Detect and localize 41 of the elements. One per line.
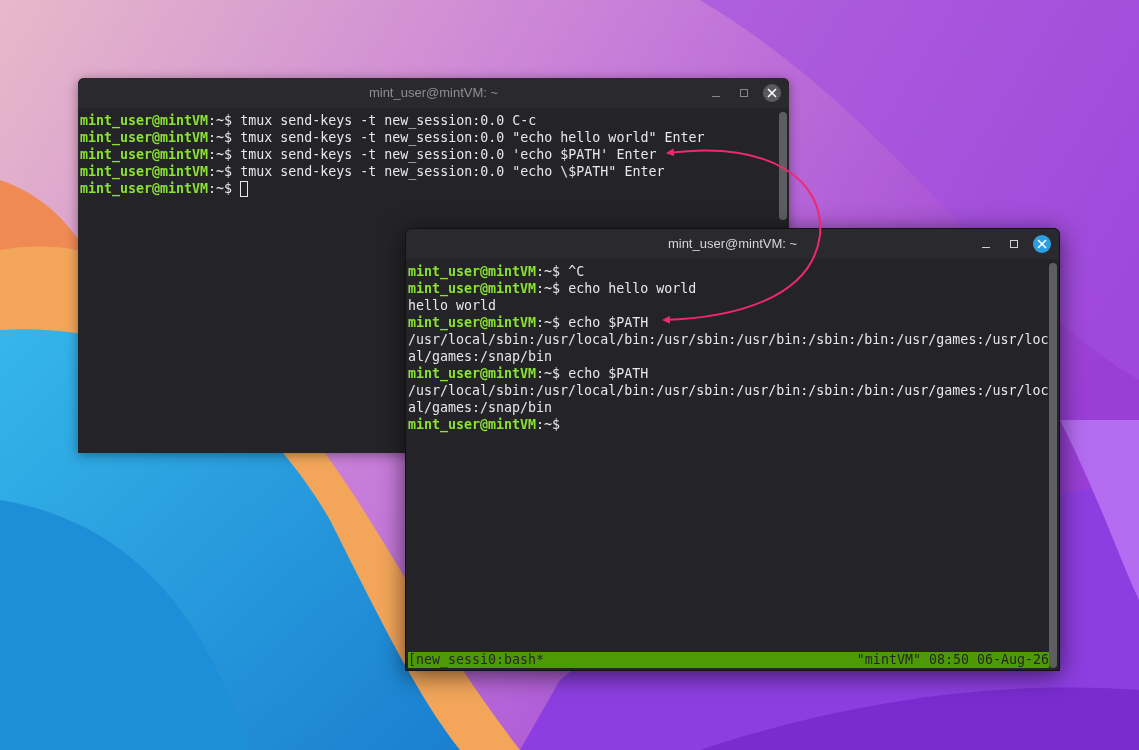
prompt-path: :~$ xyxy=(536,416,561,433)
command-text: tmux send-keys -t new_session:0.0 "echo \$PATH" Enter xyxy=(240,163,665,180)
prompt-user: mint_user@mintVM xyxy=(80,146,209,163)
prompt-path: :~$ xyxy=(208,163,233,180)
prompt-path: :~$ xyxy=(208,146,233,163)
close-icon xyxy=(767,88,777,98)
prompt-user: mint_user@mintVM xyxy=(80,129,209,146)
command-text: tmux send-keys -t new_session:0.0 'echo $PATH' Enter xyxy=(240,146,657,163)
prompt-path: :~$ xyxy=(536,280,561,297)
prompt-user: mint_user@mintVM xyxy=(80,112,209,129)
command-text: ^C xyxy=(568,263,585,280)
command-text: echo hello world xyxy=(568,280,697,297)
command-text: tmux send-keys -t new_session:0.0 "echo hello world" Enter xyxy=(240,129,705,146)
prompt-path: :~$ xyxy=(536,314,561,331)
output-line: al/games:/snap/bin xyxy=(408,348,553,365)
prompt-path: :~$ xyxy=(536,263,561,280)
prompt-path: :~$ xyxy=(208,180,233,197)
status-left: [new_sessi0:bash* xyxy=(408,652,545,668)
close-button[interactable] xyxy=(763,84,781,102)
prompt-user: mint_user@mintVM xyxy=(408,280,537,297)
prompt-user: mint_user@mintVM xyxy=(408,263,537,280)
prompt-path: :~$ xyxy=(208,129,233,146)
window-title: mint_user@mintVM: ~ xyxy=(667,235,798,254)
command-text: tmux send-keys -t new_session:0.0 C-c xyxy=(240,112,537,129)
status-right: "mintVM" 08:50 06-Aug-26 xyxy=(856,652,1049,668)
close-icon xyxy=(1037,239,1047,249)
prompt-path: :~$ xyxy=(208,112,233,129)
output-line: hello world xyxy=(408,297,497,314)
close-button[interactable] xyxy=(1033,235,1051,253)
prompt-user: mint_user@mintVM xyxy=(80,180,209,197)
command-text: echo $PATH xyxy=(568,365,649,382)
prompt-user: mint_user@mintVM xyxy=(408,365,537,382)
prompt-user: mint_user@mintVM xyxy=(408,416,537,433)
output-line: /usr/local/sbin:/usr/local/bin:/usr/sbin:/usr/bin:/sbin:/bin:/usr/games:/usr/loc xyxy=(408,382,1049,399)
output-line: al/games:/snap/bin xyxy=(408,399,553,416)
prompt-path: :~$ xyxy=(536,365,561,382)
output-line: /usr/local/sbin:/usr/local/bin:/usr/sbin:/usr/bin:/sbin:/bin:/usr/games:/usr/loc xyxy=(408,331,1049,348)
command-text: echo $PATH xyxy=(568,314,649,331)
prompt-user: mint_user@mintVM xyxy=(80,163,209,180)
prompt-user: mint_user@mintVM xyxy=(408,314,537,331)
window-title: mint_user@mintVM: ~ xyxy=(368,84,499,103)
